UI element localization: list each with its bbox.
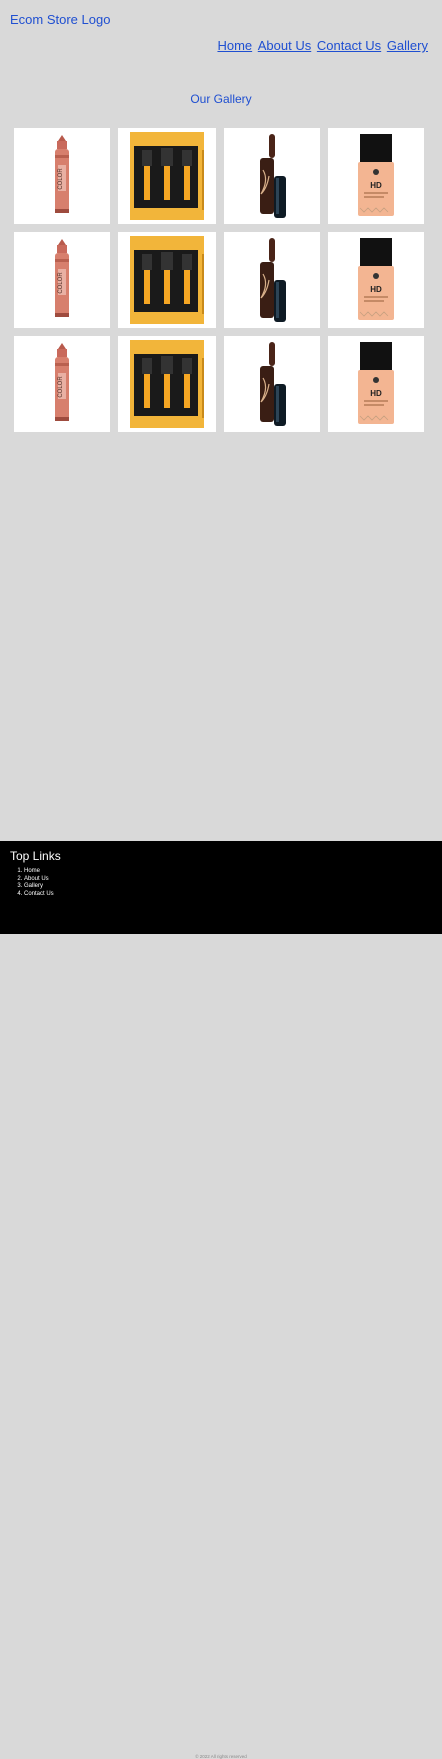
main-nav: Home About Us Contact Us Gallery	[215, 38, 428, 53]
footer-gallery-link[interactable]: Gallery	[24, 883, 43, 889]
footer-links: Home About Us Gallery Contact Us	[10, 868, 54, 898]
nav-about-link[interactable]: About Us	[258, 38, 311, 53]
foundation-bottle-image: HD	[346, 340, 406, 428]
footer-link-item: About Us	[24, 876, 54, 884]
footer-home-link[interactable]: Home	[24, 868, 40, 874]
store-logo[interactable]: Ecom Store Logo	[10, 12, 110, 27]
footer-title: Top Links	[10, 849, 61, 863]
gallery-item[interactable]	[224, 232, 320, 328]
footer: Top Links Home About Us Gallery Contact …	[0, 841, 442, 1759]
foundation-bottle-image: HD	[346, 132, 406, 220]
brush-set-image	[124, 234, 210, 326]
lipstick-crayon-image: COLOR	[42, 341, 82, 427]
footer-link-item: Contact Us	[24, 891, 54, 899]
lip-gloss-image	[242, 130, 302, 222]
lipstick-crayon-image: COLOR	[42, 237, 82, 323]
svg-text:COLOR: COLOR	[58, 168, 64, 190]
footer-contact-link[interactable]: Contact Us	[24, 891, 54, 897]
foundation-bottle-image: HD	[346, 236, 406, 324]
nav-home-link[interactable]: Home	[217, 38, 252, 53]
gallery-item[interactable]	[118, 336, 216, 432]
gallery-item[interactable]: HD	[328, 336, 424, 432]
gallery-item[interactable]	[224, 128, 320, 224]
svg-text:HD: HD	[370, 181, 382, 190]
footer-link-item: Home	[24, 868, 54, 876]
gallery-item[interactable]	[118, 128, 216, 224]
footer-about-link[interactable]: About Us	[24, 876, 49, 882]
brush-set-image	[124, 338, 210, 430]
footer-link-item: Gallery	[24, 883, 54, 891]
gallery-item[interactable]: COLOR	[14, 232, 110, 328]
gallery-item[interactable]: COLOR	[14, 336, 110, 432]
gallery-item[interactable]: HD	[328, 128, 424, 224]
gallery-grid: COLOR HD COLOR HD COLOR HD	[14, 128, 424, 432]
gallery-title: Our Gallery	[190, 92, 252, 106]
nav-gallery-link[interactable]: Gallery	[387, 38, 428, 53]
lipstick-crayon-image: COLOR	[42, 133, 82, 219]
gallery-item[interactable]	[224, 336, 320, 432]
gallery-item[interactable]: HD	[328, 232, 424, 328]
svg-text:COLOR: COLOR	[58, 272, 64, 294]
copyright-text: © 2022 All rights reserved	[195, 1754, 247, 1759]
gallery-item[interactable]: COLOR	[14, 128, 110, 224]
svg-text:HD: HD	[370, 389, 382, 398]
lip-gloss-image	[242, 234, 302, 326]
lip-gloss-image	[242, 338, 302, 430]
nav-contact-link[interactable]: Contact Us	[317, 38, 381, 53]
gallery-item[interactable]	[118, 232, 216, 328]
brush-set-image	[124, 130, 210, 222]
svg-text:HD: HD	[370, 285, 382, 294]
svg-text:COLOR: COLOR	[58, 376, 64, 398]
